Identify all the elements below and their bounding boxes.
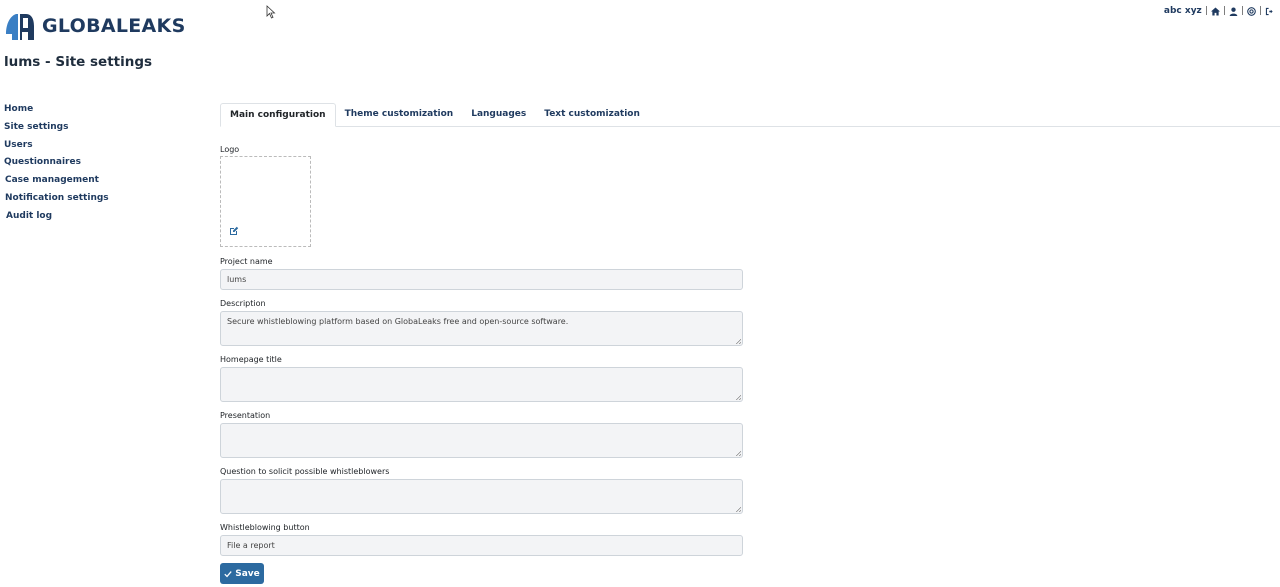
homepage-title-textarea[interactable]: [220, 367, 743, 402]
logo-label: Logo: [220, 145, 240, 154]
edit-icon[interactable]: [229, 226, 239, 236]
logout-icon[interactable]: [1265, 7, 1274, 16]
home-icon[interactable]: [1210, 6, 1220, 16]
brand[interactable]: GLOBALEAKS: [4, 10, 186, 42]
separator: |: [1240, 6, 1244, 16]
settings-tabs: Main configuration Theme customization L…: [220, 103, 1280, 127]
presentation-label: Presentation: [220, 411, 271, 420]
mouse-cursor-icon: [266, 5, 276, 19]
separator: |: [1222, 6, 1226, 16]
page-title: lums - Site settings: [4, 54, 153, 70]
sidebar-item-site-settings[interactable]: Site settings: [4, 121, 124, 139]
project-name-input[interactable]: lums: [220, 269, 743, 290]
separator: |: [1258, 6, 1262, 16]
user-menu: abc xyz | | | |: [1164, 6, 1274, 16]
logo-upload-area[interactable]: [220, 156, 311, 247]
separator: |: [1204, 6, 1208, 16]
homepage-title-label: Homepage title: [220, 355, 282, 364]
tab-main-configuration[interactable]: Main configuration: [220, 103, 336, 127]
description-label: Description: [220, 299, 266, 308]
sidebar-item-users[interactable]: Users: [4, 139, 124, 157]
presentation-textarea[interactable]: [220, 423, 743, 458]
sidebar-item-audit-log[interactable]: Audit log: [4, 210, 124, 228]
project-name-label: Project name: [220, 257, 273, 266]
description-textarea[interactable]: Secure whistleblowing platform based on …: [220, 311, 743, 346]
sidebar-nav: Home Site settings Users Questionnaires …: [4, 103, 124, 228]
globaleaks-logo-icon: [6, 14, 34, 40]
question-label: Question to solicit possible whistleblow…: [220, 467, 390, 476]
user-icon[interactable]: [1229, 7, 1238, 16]
check-icon: [224, 570, 232, 577]
support-icon[interactable]: [1247, 6, 1256, 16]
save-button[interactable]: Save: [220, 563, 264, 584]
whistleblowing-button-input[interactable]: File a report: [220, 535, 743, 556]
sidebar-item-case-management[interactable]: Case management: [4, 174, 124, 192]
tab-text-customization[interactable]: Text customization: [535, 103, 649, 127]
save-button-label: Save: [235, 568, 260, 579]
tab-languages[interactable]: Languages: [462, 103, 535, 127]
tab-theme-customization[interactable]: Theme customization: [336, 103, 463, 127]
brand-name: GLOBALEAKS: [42, 15, 186, 37]
username[interactable]: abc xyz: [1164, 6, 1202, 16]
whistleblowing-button-label: Whistleblowing button: [220, 523, 310, 532]
sidebar-item-home[interactable]: Home: [4, 103, 124, 121]
question-textarea[interactable]: [220, 479, 743, 514]
sidebar-item-questionnaires[interactable]: Questionnaires: [4, 156, 124, 174]
sidebar-item-notification-settings[interactable]: Notification settings: [4, 192, 124, 210]
